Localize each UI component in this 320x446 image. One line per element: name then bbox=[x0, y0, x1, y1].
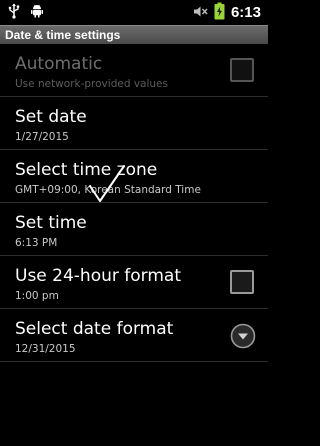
status-time: 6:13 bbox=[230, 4, 261, 21]
setting-set-time[interactable]: Set time 6:13 PM bbox=[0, 203, 268, 256]
setting-label: Use 24-hour format bbox=[15, 266, 181, 286]
setting-label: Automatic bbox=[15, 54, 103, 74]
usb-icon bbox=[8, 3, 20, 23]
setting-automatic[interactable]: Automatic Use network-provided values bbox=[0, 44, 268, 97]
24-hour-checkbox[interactable] bbox=[230, 270, 254, 294]
setting-summary: 1:00 pm bbox=[15, 290, 59, 302]
status-bar: 6:13 bbox=[0, 0, 268, 25]
setting-24-hour[interactable]: Use 24-hour format 1:00 pm bbox=[0, 256, 268, 309]
setting-date-format[interactable]: Select date format 12/31/2015 bbox=[0, 309, 268, 362]
setting-summary: 1/27/2015 bbox=[15, 131, 69, 143]
setting-label: Select time zone bbox=[15, 160, 158, 180]
settings-list: Automatic Use network-provided values Se… bbox=[0, 44, 268, 362]
dropdown-arrow-icon[interactable] bbox=[230, 323, 256, 349]
automatic-checkbox[interactable] bbox=[230, 58, 254, 82]
screen: 6:13 Date & time settings Automatic Use … bbox=[0, 0, 268, 446]
android-debug-icon bbox=[30, 3, 44, 22]
page-title: Date & time settings bbox=[5, 28, 121, 42]
setting-time-zone[interactable]: Select time zone GMT+09:00, Korean Stand… bbox=[0, 150, 268, 203]
setting-label: Set time bbox=[15, 213, 87, 233]
setting-label: Select date format bbox=[15, 319, 174, 339]
title-bar: Date & time settings bbox=[0, 25, 268, 44]
checkmark-icon bbox=[88, 164, 126, 208]
setting-summary: Use network-provided values bbox=[15, 78, 168, 90]
setting-summary: 6:13 PM bbox=[15, 237, 58, 249]
battery-charging-icon bbox=[214, 2, 225, 24]
volume-muted-icon bbox=[193, 3, 208, 22]
setting-summary: 12/31/2015 bbox=[15, 343, 76, 355]
setting-set-date[interactable]: Set date 1/27/2015 bbox=[0, 97, 268, 150]
setting-label: Set date bbox=[15, 107, 87, 127]
